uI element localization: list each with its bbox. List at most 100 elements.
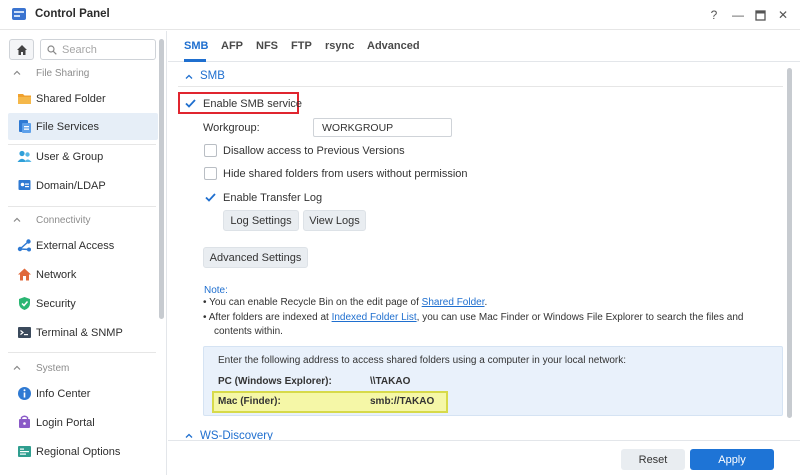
- sidebar: File Sharing Shared Folder File Services…: [0, 31, 167, 475]
- tab-bar: SMB AFP NFS FTP rsync Advanced: [168, 31, 800, 62]
- pc-address-value: \\TAKAO: [370, 376, 411, 387]
- log-settings-button[interactable]: Log Settings: [223, 210, 299, 231]
- sidebar-item-label: Regional Options: [36, 446, 121, 458]
- sidebar-item-label: Domain/LDAP: [36, 180, 106, 192]
- section-header-system[interactable]: System: [0, 360, 158, 378]
- sidebar-item-user-group[interactable]: User & Group: [8, 143, 158, 170]
- search-input[interactable]: [62, 43, 152, 56]
- disallow-previous-versions-checkbox[interactable]: [204, 144, 217, 157]
- workgroup-input[interactable]: WORKGROUP: [313, 118, 452, 137]
- sidebar-item-terminal-snmp[interactable]: Terminal & SNMP: [8, 319, 158, 346]
- window-title: Control Panel: [35, 8, 110, 20]
- sidebar-item-label: Network: [36, 269, 77, 281]
- info-icon: [18, 387, 31, 400]
- smb-group-title[interactable]: SMB: [200, 70, 225, 82]
- note-title: Note:: [204, 285, 228, 296]
- terminal-icon: [18, 327, 31, 338]
- section-label: System: [36, 363, 70, 374]
- tab-advanced[interactable]: Advanced: [367, 40, 420, 52]
- note-indexed-folder: • After folders are indexed at Indexed F…: [203, 311, 773, 325]
- title-bar: Control Panel ? — ✕: [0, 0, 800, 30]
- network-house-icon: [18, 268, 31, 281]
- search-box[interactable]: [40, 39, 156, 60]
- section-label: File Sharing: [36, 68, 90, 79]
- domain-icon: [18, 180, 31, 190]
- disallow-previous-versions-label: Disallow access to Previous Versions: [223, 145, 405, 157]
- enable-smb-label: Enable SMB service: [203, 98, 303, 110]
- sidebar-item-label: Shared Folder: [36, 93, 106, 105]
- control-panel-app-icon: [12, 8, 26, 20]
- view-logs-button[interactable]: View Logs: [303, 210, 366, 231]
- minimize-button[interactable]: —: [730, 7, 746, 23]
- address-info-box: Enter the following address to access sh…: [203, 346, 783, 416]
- divider: [8, 352, 156, 353]
- sidebar-item-label: Info Center: [36, 388, 91, 400]
- sidebar-item-label: External Access: [36, 240, 115, 252]
- mac-address-label: Mac (Finder):: [218, 396, 281, 407]
- workgroup-label: Workgroup:: [203, 122, 260, 134]
- sidebar-item-login-portal[interactable]: Login Portal: [8, 409, 158, 436]
- sidebar-item-network[interactable]: Network: [8, 261, 158, 288]
- hide-shared-folders-checkbox[interactable]: [204, 167, 217, 180]
- section-header-connectivity[interactable]: Connectivity: [0, 212, 158, 230]
- note-indexed-folder-cont: contents within.: [214, 326, 283, 337]
- security-shield-icon: [19, 297, 30, 310]
- reset-button[interactable]: Reset: [621, 449, 685, 470]
- active-tab-indicator: [184, 59, 206, 62]
- sidebar-item-file-services[interactable]: File Services: [8, 113, 158, 140]
- sidebar-item-security[interactable]: Security: [8, 290, 158, 317]
- section-header-file-sharing[interactable]: File Sharing: [0, 65, 158, 83]
- sidebar-item-domain-ldap[interactable]: Domain/LDAP: [8, 172, 158, 199]
- tab-ftp[interactable]: FTP: [291, 40, 312, 52]
- note-text: • You can enable Recycle Bin on the edit…: [203, 297, 422, 308]
- checkmark-icon: [185, 99, 196, 108]
- content-scrollbar[interactable]: [787, 68, 792, 418]
- enable-transfer-log-checkbox[interactable]: [204, 191, 217, 204]
- divider: [8, 206, 156, 207]
- users-icon: [17, 150, 32, 162]
- footer: Reset Apply: [168, 440, 800, 475]
- tab-nfs[interactable]: NFS: [256, 40, 278, 52]
- maximize-button[interactable]: [752, 7, 768, 23]
- advanced-settings-button[interactable]: Advanced Settings: [203, 247, 308, 268]
- chevron-up-icon[interactable]: [184, 72, 194, 82]
- close-button[interactable]: ✕: [775, 7, 791, 23]
- pc-address-label: PC (Windows Explorer):: [218, 376, 332, 387]
- main-panel: SMB AFP NFS FTP rsync Advanced SMB Enabl…: [168, 31, 800, 475]
- file-services-icon: [19, 120, 31, 133]
- note-text: .: [484, 297, 488, 308]
- sidebar-item-info-center[interactable]: Info Center: [8, 380, 158, 407]
- sidebar-item-regional-options[interactable]: Regional Options: [8, 438, 158, 465]
- regional-icon: [18, 446, 31, 457]
- sidebar-item-label: User & Group: [36, 151, 104, 163]
- search-icon: [47, 44, 57, 55]
- tab-afp[interactable]: AFP: [221, 40, 243, 52]
- sidebar-item-label: Security: [36, 298, 76, 310]
- sidebar-item-label: File Services: [36, 121, 99, 133]
- maximize-icon: [754, 9, 766, 21]
- help-button[interactable]: ?: [706, 7, 722, 23]
- tab-smb[interactable]: SMB: [184, 40, 208, 52]
- login-portal-icon: [19, 415, 30, 428]
- sidebar-scrollbar[interactable]: [159, 39, 164, 319]
- home-button[interactable]: [9, 39, 34, 60]
- sidebar-item-external-access[interactable]: External Access: [8, 232, 158, 259]
- divider: [178, 86, 783, 87]
- sidebar-item-label: Login Portal: [36, 417, 95, 429]
- chevron-up-icon: [13, 217, 21, 222]
- enable-transfer-log-label: Enable Transfer Log: [223, 192, 323, 204]
- section-label: Connectivity: [36, 215, 91, 226]
- tab-rsync[interactable]: rsync: [325, 40, 354, 52]
- enable-smb-checkbox[interactable]: [184, 97, 197, 110]
- chevron-up-icon: [13, 70, 21, 75]
- indexed-folder-list-link[interactable]: Indexed Folder List: [332, 312, 417, 323]
- sidebar-item-shared-folder[interactable]: Shared Folder: [8, 85, 158, 112]
- apply-button[interactable]: Apply: [690, 449, 774, 470]
- sidebar-item-label: Terminal & SNMP: [36, 327, 123, 339]
- note-text: • After folders are indexed at: [203, 312, 332, 323]
- shared-folder-link[interactable]: Shared Folder: [422, 297, 485, 308]
- note-text: , you can use Mac Finder or Windows File…: [416, 312, 744, 323]
- mac-address-value: smb://TAKAO: [370, 396, 435, 407]
- note-recycle-bin: • You can enable Recycle Bin on the edit…: [203, 296, 773, 310]
- home-icon: [16, 44, 27, 55]
